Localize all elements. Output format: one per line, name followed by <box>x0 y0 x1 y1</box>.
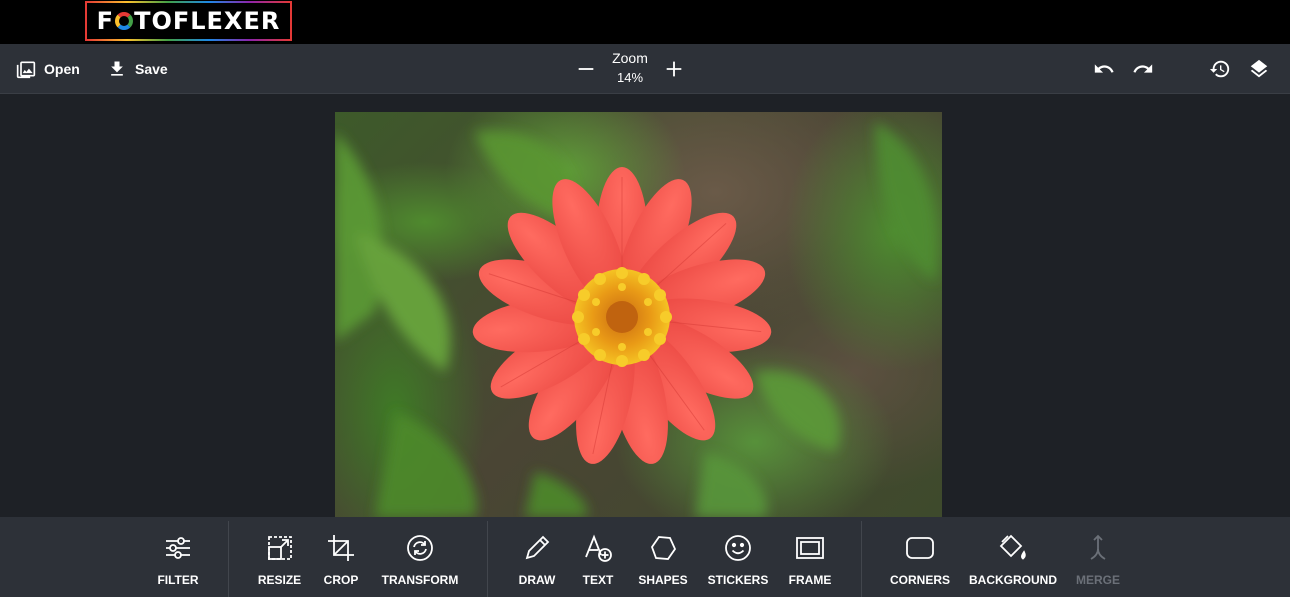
layers-button[interactable] <box>1246 56 1272 82</box>
save-button[interactable]: Save <box>107 44 168 93</box>
logo-bar: F TOFLEXER <box>0 0 1290 44</box>
crop-icon <box>326 533 356 563</box>
plus-icon <box>666 61 682 77</box>
history-button[interactable] <box>1207 56 1233 82</box>
tools-bar: FILTER RESIZE CROP TRANSFORM DRAW TEXT S… <box>0 517 1290 597</box>
tools-divider <box>228 521 229 597</box>
zoom-label: Zoom <box>612 50 648 66</box>
zoom-in-button[interactable] <box>661 56 687 82</box>
history-icon <box>1209 60 1230 78</box>
zoom-out-button[interactable] <box>573 56 599 82</box>
tool-label: MERGE <box>1075 573 1120 587</box>
add-text-icon <box>583 533 613 563</box>
pencil-icon <box>522 533 552 563</box>
sliders-icon <box>163 533 193 563</box>
paint-bucket-icon <box>998 533 1028 563</box>
tool-label: RESIZE <box>257 573 302 587</box>
tool-label: TRANSFORM <box>381 573 459 587</box>
tool-resize[interactable]: RESIZE <box>252 517 307 597</box>
image-icon <box>16 61 36 78</box>
smiley-icon <box>723 533 753 563</box>
tool-corners[interactable]: CORNERS <box>888 517 952 597</box>
logo-ring-icon <box>115 12 134 30</box>
tool-label: CROP <box>323 573 359 587</box>
tool-label: TEXT <box>582 573 614 587</box>
resize-icon <box>265 533 295 563</box>
tool-label: FRAME <box>788 573 832 587</box>
logo-text: F TOFLEXER <box>96 7 281 35</box>
undo-button[interactable] <box>1091 56 1117 82</box>
hexagon-icon <box>648 533 678 563</box>
editor-canvas <box>0 94 1290 517</box>
tool-label: SHAPES <box>638 573 688 587</box>
open-button[interactable]: Open <box>16 44 80 93</box>
tools-divider <box>487 521 488 597</box>
top-toolbar: Open Save Zoom 14% <box>0 44 1290 94</box>
flower-illustration <box>335 122 938 517</box>
rotate-icon <box>405 533 435 563</box>
tool-frame[interactable]: FRAME <box>784 517 836 597</box>
rounded-square-icon <box>905 533 935 563</box>
layers-icon <box>1250 59 1268 78</box>
tool-transform[interactable]: TRANSFORM <box>380 517 460 597</box>
minus-icon <box>578 68 594 70</box>
redo-button[interactable] <box>1130 56 1156 82</box>
tool-draw[interactable]: DRAW <box>513 517 561 597</box>
tool-label: FILTER <box>157 573 199 587</box>
tool-crop[interactable]: CROP <box>318 517 364 597</box>
zoom-value: 14% <box>616 70 644 85</box>
merge-icon <box>1083 533 1113 563</box>
tool-label: CORNERS <box>889 573 950 587</box>
tool-shapes[interactable]: SHAPES <box>633 517 693 597</box>
tool-background[interactable]: BACKGROUND <box>968 517 1058 597</box>
tool-label: BACKGROUND <box>969 573 1057 587</box>
tool-merge[interactable]: MERGE <box>1073 517 1123 597</box>
download-icon <box>111 61 123 76</box>
tools-divider <box>861 521 862 597</box>
open-label: Open <box>44 60 80 77</box>
tool-text[interactable]: TEXT <box>576 517 620 597</box>
tool-stickers[interactable]: STICKERS <box>705 517 771 597</box>
tool-filter[interactable]: FILTER <box>148 517 208 597</box>
photo-image[interactable] <box>335 112 942 517</box>
undo-icon <box>1094 64 1114 73</box>
frame-icon <box>795 533 825 563</box>
tool-label: STICKERS <box>707 573 769 587</box>
fotoflexer-logo[interactable]: F TOFLEXER <box>85 1 292 41</box>
redo-icon <box>1133 64 1153 73</box>
save-label: Save <box>135 60 168 77</box>
tool-label: DRAW <box>518 573 556 587</box>
